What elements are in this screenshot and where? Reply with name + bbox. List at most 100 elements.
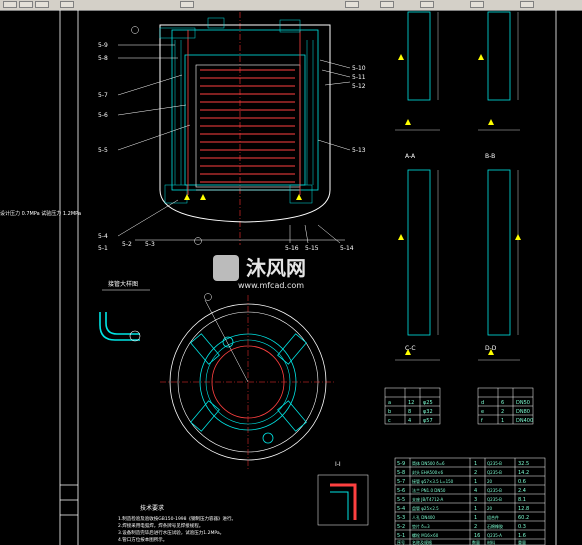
- watermark-logo-icon: [213, 255, 239, 281]
- table-cell: c: [388, 418, 391, 424]
- parts-cell: 60.2: [518, 515, 529, 521]
- toolbar-button[interactable]: [380, 1, 394, 8]
- table-cell: d: [481, 400, 484, 406]
- parts-header: 材料: [487, 539, 495, 545]
- parts-cell: Q235-B: [487, 488, 502, 493]
- note-line: 2.焊接采用电弧焊，焊条牌号见焊接规程。: [118, 522, 203, 529]
- table-cell: b: [388, 409, 391, 415]
- drawing-frame: [59, 10, 557, 545]
- table-cell: DN50: [516, 400, 530, 406]
- parts-cell: 5-8: [397, 470, 405, 476]
- watermark-brand: 沐风网: [246, 256, 306, 280]
- table-cell: DN80: [516, 409, 530, 415]
- parts-cell: 20: [487, 506, 493, 511]
- table-cell: f: [481, 418, 483, 424]
- callout-label: 5-3: [145, 241, 155, 248]
- parts-rows: 5-9 筒体 DN500 δ=6 1 Q235-B 32.5 5-8 封头 EH…: [397, 460, 529, 545]
- toolbar-button[interactable]: [345, 1, 359, 8]
- detail-title: I-I: [335, 461, 341, 468]
- parts-cell: 16: [474, 533, 480, 539]
- section-label: C-C: [405, 345, 416, 352]
- parts-cell: Q235-B: [487, 497, 502, 502]
- elbow-title: 接管大样图: [108, 280, 138, 288]
- plan-view: [160, 295, 336, 470]
- parts-cell: 5-6: [397, 488, 405, 494]
- parts-cell: 14.2: [518, 470, 529, 476]
- parts-cell: 5-2: [397, 524, 405, 530]
- parts-cell: 法兰 PN1.0 DN50: [412, 487, 446, 493]
- parts-cell: 筒体 DN500 δ=6: [412, 460, 445, 466]
- parts-cell: 4: [474, 488, 477, 494]
- toolbar-button[interactable]: [470, 1, 484, 8]
- callout-labels-left: 5-9 5-8 5-7 5-6 5-5 5-4: [98, 42, 108, 240]
- parts-cell: 2: [474, 470, 477, 476]
- parts-cell: 组合件: [487, 514, 499, 520]
- parts-cell: 3: [474, 497, 477, 503]
- parts-header: 数量: [472, 539, 480, 545]
- drawing-canvas[interactable]: 设计压力 0.7MPa 试验压力 1.2MPa 5-9 5-8 5-7 5-6 …: [0, 10, 582, 545]
- toolbar-button[interactable]: [60, 1, 74, 8]
- toolbar-button[interactable]: [520, 1, 534, 8]
- parts-cell: 盘管 φ25×2.5: [412, 505, 439, 511]
- table-cell: DN400: [516, 418, 533, 424]
- table-cell: φ25: [423, 400, 433, 406]
- parts-header: 重量: [518, 539, 526, 545]
- parts-cell: 5-7: [397, 479, 405, 485]
- callout-label: 5-7: [98, 92, 108, 99]
- callout-labels-right: 5-10 5-11 5-12 5-13: [352, 65, 366, 154]
- parts-cell: 0.6: [518, 479, 526, 485]
- parts-cell: 32.5: [518, 461, 529, 467]
- weld-detail: I-I: [317, 461, 369, 526]
- parts-cell: 封头 EHA500×6: [412, 469, 444, 475]
- table-cell: e: [481, 409, 484, 415]
- parts-cell: 人孔 DN400: [412, 514, 435, 520]
- table-cell: a: [388, 400, 391, 406]
- vessel-elevation: [135, 12, 345, 245]
- parts-cell: 8.1: [518, 497, 526, 503]
- section-label: D-D: [485, 345, 497, 352]
- callout-label: 5-10: [352, 65, 366, 72]
- parts-cell: 支座 JB/T4712-A: [412, 496, 444, 502]
- table-cell: 2: [501, 409, 504, 415]
- callout-label: 5-11: [352, 74, 366, 81]
- cad-viewer: 设计压力 0.7MPa 试验压力 1.2MPa 5-9 5-8 5-7 5-6 …: [0, 0, 582, 545]
- parts-cell: 接管 φ57×3.5 L=150: [412, 478, 454, 484]
- watermark-url: www.mfcad.com: [238, 281, 304, 290]
- toolbar-button[interactable]: [180, 1, 194, 8]
- toolbar-button[interactable]: [35, 1, 49, 8]
- callout-label: 5-16: [285, 245, 299, 252]
- parts-cell: 5-3: [397, 515, 405, 521]
- table-cell: 4: [408, 418, 411, 424]
- callout-label: 5-5: [98, 147, 108, 154]
- toolbar-button[interactable]: [19, 1, 33, 8]
- watermark: 沐风网 www.mfcad.com: [213, 255, 306, 290]
- section-views: [395, 11, 521, 361]
- parts-cell: 5-1: [397, 533, 405, 539]
- callout-label: 5-4: [98, 233, 108, 240]
- callout-label: 5-15: [305, 245, 319, 252]
- parts-cell: 12.8: [518, 506, 529, 512]
- parts-cell: Q235-A: [487, 533, 502, 538]
- technical-notes: 技术要求 1.制造检验及验收按GB150-1998《钢制压力容器》进行。 2.焊…: [118, 504, 236, 543]
- callout-label: 5-2: [122, 241, 132, 248]
- parts-cell: 1: [474, 479, 477, 485]
- callout-label: 5-8: [98, 55, 108, 62]
- parts-cell: 5-9: [397, 461, 405, 467]
- table-cell: 1: [501, 418, 504, 424]
- toolbar-button[interactable]: [420, 1, 434, 8]
- table-cell: φ32: [423, 409, 433, 415]
- parts-header: 序号: [397, 539, 405, 545]
- note-line: 1.制造检验及验收按GB150-1998《钢制压力容器》进行。: [118, 515, 236, 522]
- callout-labels-bottom: 5-1 5-2 5-3 5-16 5-15 5-14: [98, 241, 354, 252]
- parts-cell: Q235-B: [487, 461, 502, 466]
- note-line: 3.设备制造完毕后进行水压试验，试验压力1.2MPa。: [118, 529, 224, 536]
- toolbar-button[interactable]: [3, 1, 17, 8]
- parts-cell: 1.6: [518, 533, 526, 539]
- parts-cell: 螺栓 M16×60: [412, 532, 439, 538]
- elbow-detail: 接管大样图: [99, 280, 150, 342]
- callout-label: 5-12: [352, 83, 366, 90]
- parts-cell: 2.4: [518, 488, 526, 494]
- parts-cell: 0.3: [518, 524, 526, 530]
- parts-cell: 垫片 δ=3: [412, 523, 430, 529]
- callout-label: 5-6: [98, 112, 108, 119]
